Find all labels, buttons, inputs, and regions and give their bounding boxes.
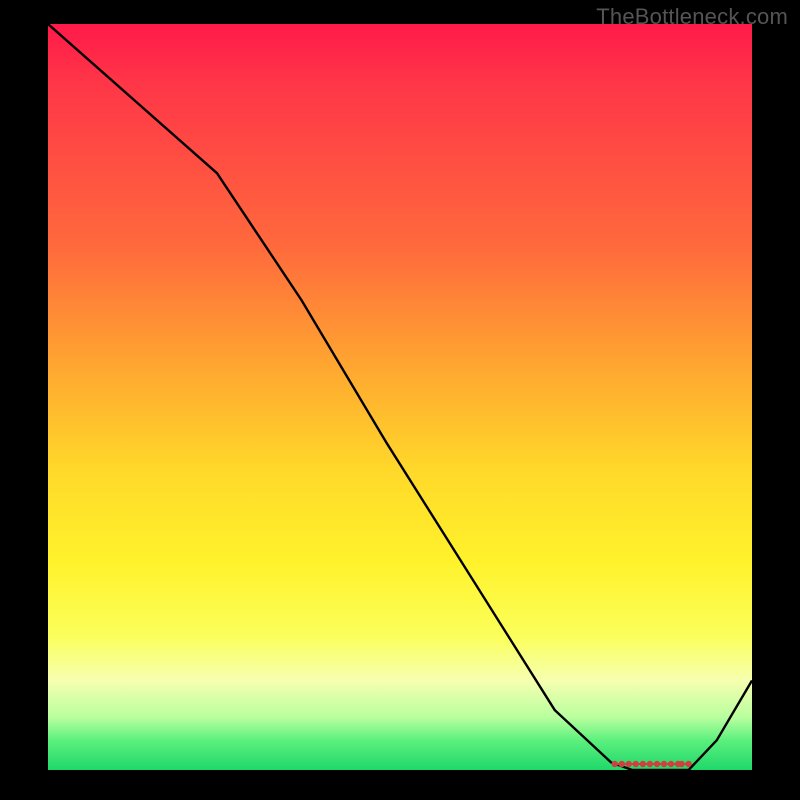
optimal-marker-dot	[668, 761, 674, 767]
watermark-text: TheBottleneck.com	[596, 4, 788, 30]
optimal-marker-dot	[661, 761, 667, 767]
optimal-marker-dot	[654, 761, 660, 767]
plot-area	[48, 24, 752, 770]
optimal-marker-dot	[647, 761, 653, 767]
chart-svg	[48, 24, 752, 770]
optimal-marker-dot	[640, 761, 646, 767]
bottleneck-curve-line	[48, 24, 752, 770]
optimal-marker-dot	[678, 761, 684, 767]
optimal-marker-dot	[685, 761, 691, 767]
optimal-region-markers	[612, 761, 692, 767]
optimal-marker-dot	[626, 761, 632, 767]
optimal-marker-dot	[619, 761, 625, 767]
optimal-marker-dot	[612, 761, 618, 767]
optimal-marker-dot	[633, 761, 639, 767]
chart-frame: TheBottleneck.com	[0, 0, 800, 800]
